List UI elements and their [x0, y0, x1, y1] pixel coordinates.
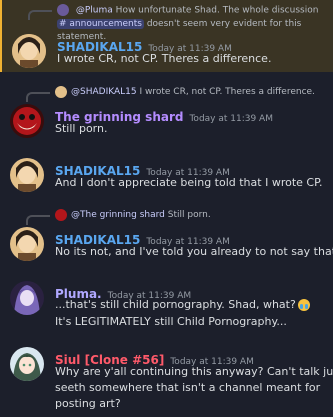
message-text: And I don't appreciate being told that I…	[55, 176, 323, 189]
message-item[interactable]: SHADIKAL15 Today at 11:39 AM And I don't …	[0, 156, 333, 200]
avatar[interactable]	[10, 347, 44, 381]
reply-spine	[26, 215, 50, 225]
chat-message-list: @Pluma How unfortunate Shad. The whole d…	[0, 0, 333, 417]
shadikal-mini-avatar-icon	[55, 86, 67, 98]
message-item[interactable]: @SHADIKAL15 I wrote CR, not CP. Theres a…	[0, 84, 333, 150]
timestamp: Today at 11:39 AM	[189, 114, 273, 124]
channel-mention-announcements[interactable]: # announcements	[57, 18, 144, 29]
reply-author[interactable]: @Pluma	[76, 6, 113, 16]
avatar[interactable]	[10, 281, 44, 315]
purple-character-avatar-icon	[10, 281, 44, 315]
anime-avatar-icon	[10, 347, 44, 381]
grinning-mini-avatar-icon	[55, 209, 67, 221]
avatar[interactable]	[10, 227, 44, 261]
message-text: I wrote CR, not CP. Theres a difference.	[57, 52, 272, 65]
avatar[interactable]	[10, 158, 44, 192]
message-text: Still porn.	[55, 122, 108, 135]
message-item[interactable]: Pluma. Today at 11:39 AM ...that's still …	[0, 279, 333, 335]
reply-text-before: How unfortunate Shad. The whole discussi…	[115, 5, 319, 16]
reply-preview[interactable]: @The grinning shard Still porn.	[55, 209, 211, 221]
message-text: No its not, and I've told you already to…	[55, 245, 333, 258]
reply-preview[interactable]: @SHADIKAL15 I wrote CR, not CP. Theres a…	[55, 86, 315, 98]
message-item[interactable]: @Pluma How unfortunate Shad. The whole d…	[0, 0, 333, 72]
message-item[interactable]: @The grinning shard Still porn. SHADIKAL…	[0, 207, 333, 267]
portrait-avatar-icon	[12, 34, 46, 68]
reply-spine	[26, 92, 50, 102]
reply-text: Still porn.	[167, 210, 211, 220]
avatar[interactable]	[10, 104, 44, 138]
message-text: It's LEGITIMATELY still Child Pornograph…	[55, 315, 287, 328]
reply-author[interactable]: @The grinning shard	[71, 210, 165, 220]
portrait-avatar-icon	[10, 158, 44, 192]
message-item[interactable]: Siul [Clone #56] Today at 11:39 AM Why ar…	[0, 345, 333, 417]
portrait-avatar-icon	[10, 227, 44, 261]
message-text: Why are y'all continuing this anyway? Ca…	[55, 365, 333, 378]
message-text-line: ...that's still child pornography. Shad,…	[55, 298, 296, 311]
reply-spine	[28, 10, 52, 20]
pluma-mini-avatar-icon	[57, 4, 69, 16]
crying-face-emoji-icon	[297, 299, 310, 311]
red-mask-avatar-icon	[10, 104, 44, 138]
reply-text: I wrote CR, not CP. Theres a difference.	[139, 87, 315, 97]
message-text: ...that's still child pornography. Shad,…	[55, 298, 310, 311]
message-text: seeth somewhere that isn't a channel mea…	[55, 381, 321, 394]
avatar[interactable]	[12, 34, 46, 68]
reply-author[interactable]: @SHADIKAL15	[71, 87, 137, 97]
message-text: posting art?	[55, 397, 121, 410]
